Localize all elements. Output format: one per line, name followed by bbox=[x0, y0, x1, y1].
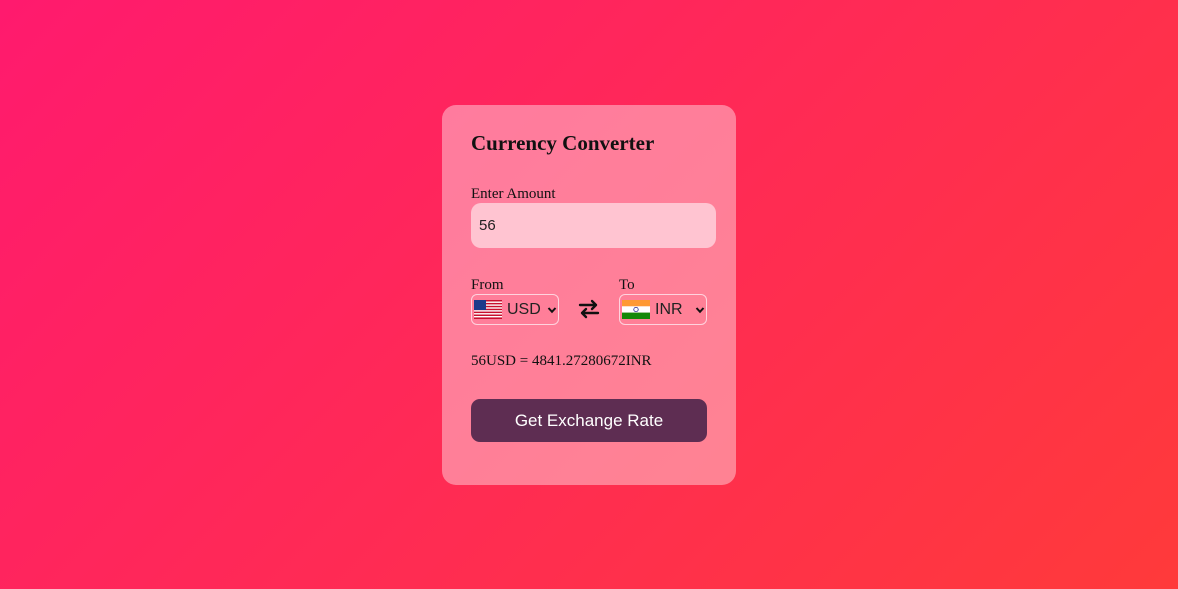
from-label: From bbox=[471, 277, 504, 293]
conversion-result: 56USD = 4841.27280672INR bbox=[471, 353, 652, 369]
to-label: To bbox=[619, 277, 635, 293]
chevron-down-icon bbox=[547, 306, 557, 313]
from-currency-value: USD bbox=[507, 300, 541, 318]
india-flag-icon bbox=[622, 300, 650, 319]
amount-input[interactable] bbox=[471, 203, 716, 248]
to-currency-select[interactable]: INR bbox=[619, 294, 707, 325]
from-currency-select[interactable]: USD bbox=[471, 294, 559, 325]
to-currency-value: INR bbox=[655, 300, 683, 318]
swap-arrows-icon[interactable] bbox=[577, 297, 601, 321]
page-title: Currency Converter bbox=[471, 131, 655, 155]
amount-label: Enter Amount bbox=[471, 186, 556, 202]
converter-card: Currency Converter Enter Amount From USD… bbox=[442, 105, 736, 485]
chevron-down-icon bbox=[695, 306, 704, 313]
get-exchange-rate-button[interactable]: Get Exchange Rate bbox=[471, 399, 707, 442]
us-flag-icon bbox=[474, 300, 502, 319]
